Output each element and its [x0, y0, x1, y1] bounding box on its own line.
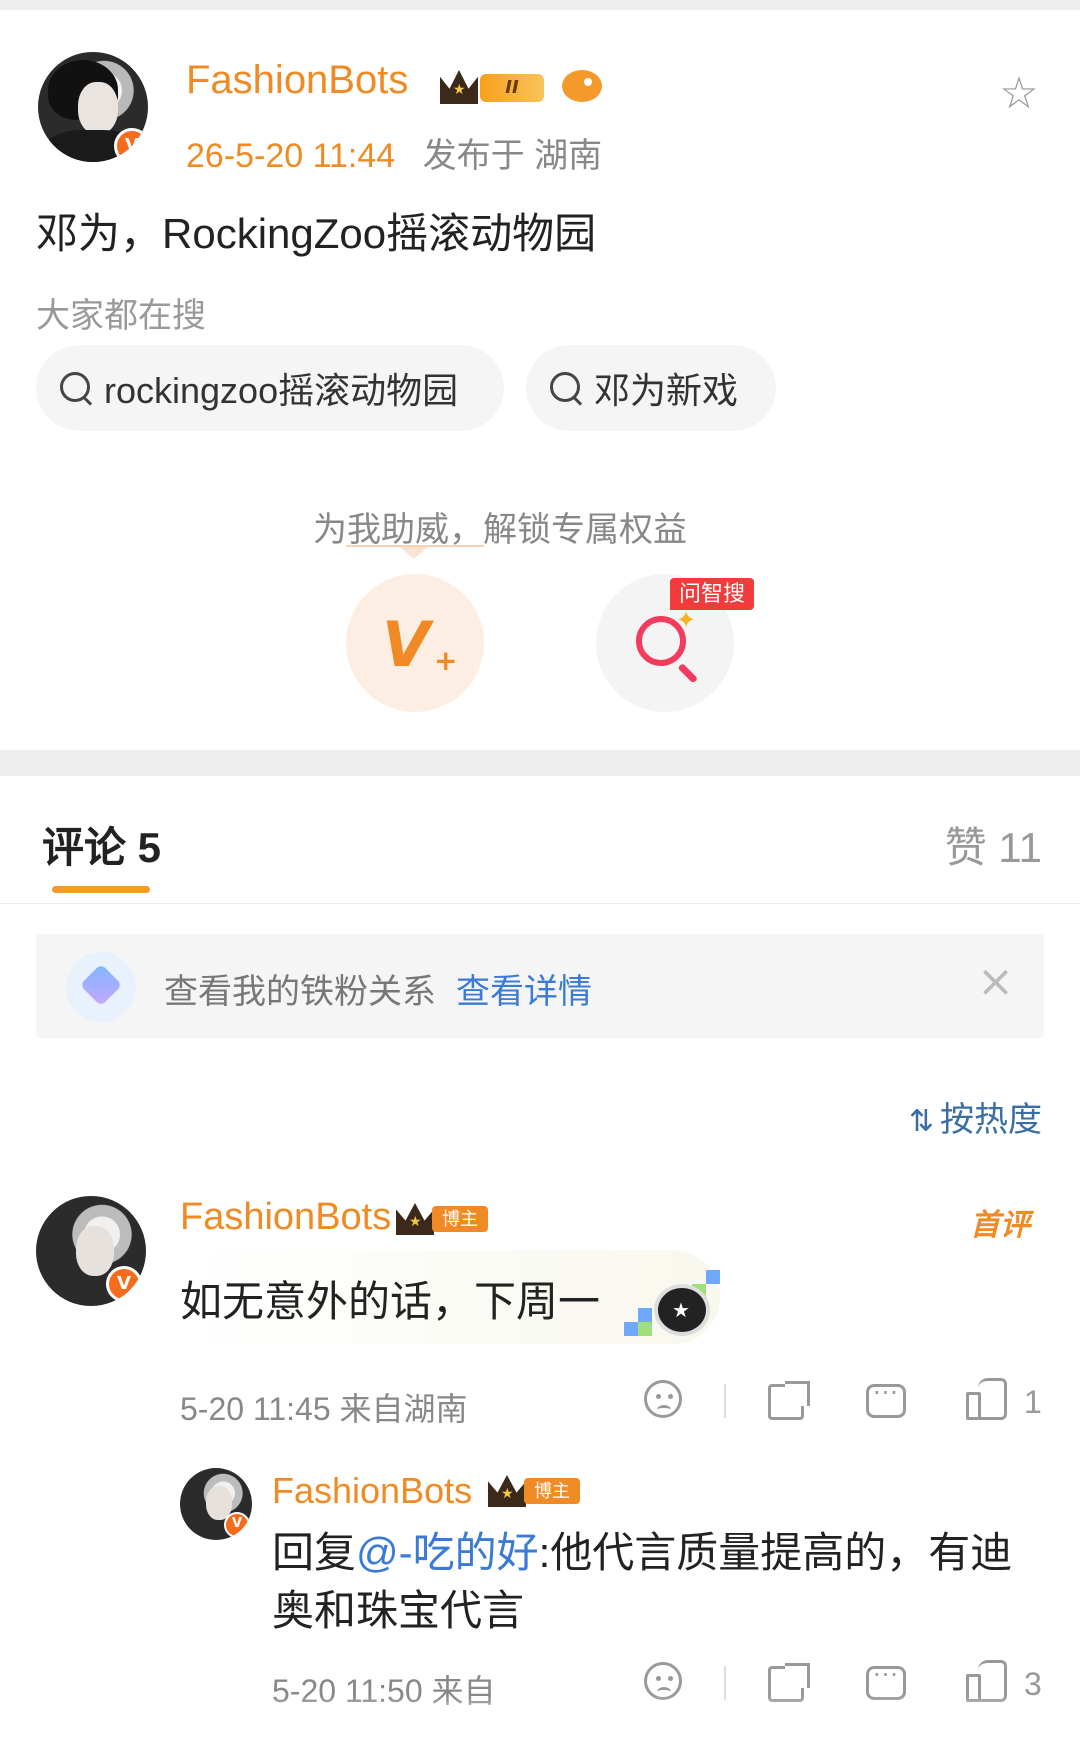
blogger-badge: ★ 博主 — [396, 1202, 492, 1236]
reply-prefix: 回复 — [272, 1529, 357, 1576]
sort-icon: ⇅ — [908, 1105, 934, 1138]
dislike-face-icon[interactable] — [644, 1380, 682, 1418]
search-hint-label: 大家都在搜 — [36, 297, 206, 335]
sort-label: 按热度 — [940, 1101, 1042, 1139]
post-text: 邓为，RockingZoo摇滚动物园 — [36, 210, 597, 257]
action-separator — [724, 1384, 726, 1418]
share-icon[interactable] — [768, 1381, 810, 1420]
fish-icon[interactable] — [562, 70, 602, 102]
verified-badge-icon: V — [106, 1266, 142, 1302]
fan-details-link[interactable]: 查看详情 — [456, 964, 592, 1013]
crown-star-icon: ★ — [501, 1486, 514, 1502]
verified-badge-icon: V — [114, 128, 148, 162]
comment-text: 如无意外的话，下周一 — [180, 1278, 601, 1325]
reply-icon[interactable] — [866, 1661, 906, 1700]
close-icon[interactable]: × — [977, 956, 1014, 1007]
comment-meta: 5-20 11:45 来自湖南 — [180, 1384, 468, 1430]
mention-link[interactable]: @-吃的好 — [356, 1529, 539, 1576]
post-time: 26-5-20 11:44 — [186, 137, 396, 175]
sparkle-icon: ✦ — [676, 606, 697, 634]
support-caret — [400, 547, 428, 559]
bottom-fade — [0, 1696, 1080, 1741]
search-icon — [548, 370, 584, 406]
ask-smart-search-tag: 问智搜 — [670, 578, 754, 610]
pixel — [638, 1308, 652, 1322]
plus-icon: + — [434, 644, 458, 677]
sort-by-hot-button[interactable]: ⇅ 按热度 — [909, 1092, 1042, 1141]
tab-likes[interactable]: 赞 11 — [945, 814, 1042, 875]
like-count: 1 — [1024, 1384, 1042, 1420]
reply-author-name[interactable]: FashionBots — [272, 1470, 472, 1512]
avatar-face — [76, 1226, 114, 1276]
comment-source: 来自湖南 — [339, 1391, 468, 1427]
diamond-icon — [66, 952, 136, 1022]
post-meta: 26-5-20 11:44 发布于 湖南 — [186, 128, 602, 177]
pixel — [624, 1322, 638, 1336]
author-avatar[interactable]: V — [38, 52, 148, 162]
search-chip-rockingzoo[interactable]: rockingzoo摇滚动物园 — [36, 345, 504, 431]
gem-shape — [79, 963, 123, 1007]
v-plus-icon: V — [382, 608, 430, 681]
tab-active-indicator — [52, 886, 150, 893]
search-chip-label: rockingzoo摇滚动物园 — [104, 370, 459, 411]
comment-author-name[interactable]: FashionBots — [180, 1196, 391, 1239]
blogger-pill: 博主 — [432, 1206, 488, 1232]
comment-avatar[interactable]: V — [36, 1196, 146, 1306]
like-thumb-icon[interactable] — [966, 1660, 1007, 1702]
fan-relationship-banner: 查看我的铁粉关系 查看详情 × — [36, 934, 1044, 1038]
like-thumb-icon[interactable] — [966, 1378, 1007, 1420]
member-level-badge[interactable]: ★ II — [440, 68, 550, 106]
magnifier-handle-icon — [677, 663, 699, 684]
comment-time: 5-20 11:45 — [180, 1391, 331, 1427]
search-chip-label: 邓为新戏 — [594, 370, 739, 411]
pixel — [706, 1270, 720, 1284]
avatar-face — [78, 82, 118, 134]
reply-text: 回复@-吃的好:他代言质量提高的，有迪奥和珠宝代言 — [272, 1524, 1032, 1640]
crown-star-icon: ★ — [409, 1214, 422, 1230]
dislike-face-icon[interactable] — [644, 1662, 682, 1700]
star-icon: ★ — [672, 1298, 690, 1322]
first-comment-tag: 首评 — [970, 1209, 1030, 1242]
blogger-badge: ★ 博主 — [488, 1474, 584, 1508]
favorite-star-icon[interactable]: ☆ — [995, 70, 1043, 118]
astronaut-sticker-icon: ★ — [624, 1270, 720, 1346]
comment-tabbar: 评论 5 赞 11 — [0, 776, 1080, 904]
reply-icon[interactable] — [866, 1379, 906, 1418]
crown-star-icon: ★ — [453, 82, 466, 98]
reply-avatar[interactable]: V — [180, 1468, 252, 1540]
post-location: 发布于 湖南 — [422, 137, 603, 175]
search-chip-new-drama[interactable]: 邓为新戏 — [526, 345, 776, 431]
support-title: 为我助威，解锁专属权益 — [313, 511, 687, 549]
search-icon — [58, 370, 94, 406]
vip-support-button[interactable]: V + — [346, 574, 484, 712]
post-card: V FashionBots ★ II ☆ 26-5-20 11:44 发布于 湖… — [0, 10, 1080, 750]
top-divider — [0, 0, 1080, 10]
tab-comments[interactable]: 评论 5 — [42, 814, 161, 875]
fan-banner-text: 查看我的铁粉关系 — [164, 973, 436, 1011]
pixel — [638, 1322, 652, 1336]
author-name[interactable]: FashionBots — [186, 58, 408, 103]
verified-badge-icon: V — [224, 1512, 250, 1538]
blogger-pill: 博主 — [524, 1478, 580, 1504]
action-separator — [724, 1666, 726, 1700]
section-divider — [0, 750, 1080, 776]
level-pill: II — [480, 74, 544, 102]
